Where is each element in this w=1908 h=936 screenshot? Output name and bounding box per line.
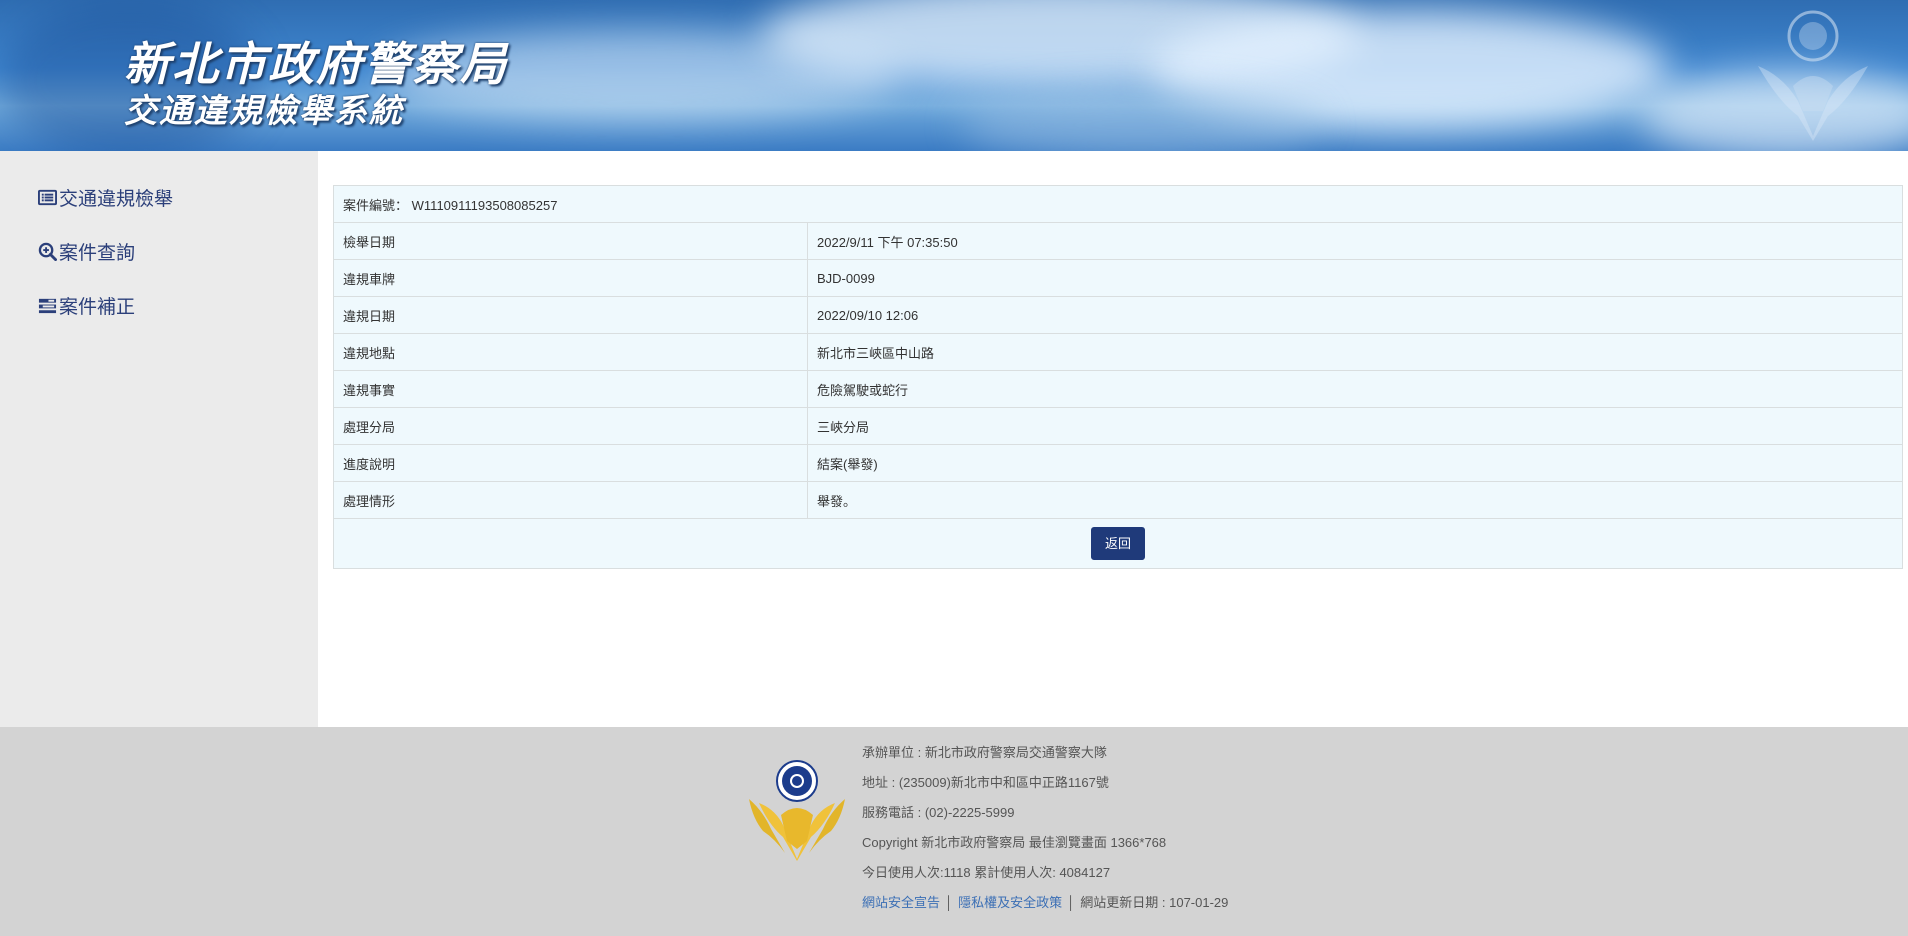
table-row: 檢舉日期 2022/9/11 下午 07:35:50 <box>333 222 1903 260</box>
field-label: 進度說明 <box>333 444 808 482</box>
case-number-label: 案件編號： <box>343 197 409 213</box>
back-button[interactable]: 返回 <box>1090 527 1145 560</box>
site-header: 新北市政府警察局 交通違規檢舉系統 <box>0 0 1908 151</box>
footer-copyright: Copyright 新北市政府警察局 最佳瀏覽畫面 1366*768 <box>862 835 1167 850</box>
search-plus-icon <box>38 242 57 261</box>
table-row: 處理情形 舉發。 <box>333 481 1903 519</box>
footer-address: 地址 : (235009)新北市中和區中正路1167號 <box>862 775 1109 790</box>
field-value: BJD-0099 <box>807 259 1903 297</box>
footer-info: 承辦單位 : 新北市政府警察局交通警察大隊 地址 : (235009)新北市中和… <box>862 743 1228 923</box>
field-label: 處理分局 <box>333 407 808 445</box>
police-emblem-icon <box>1758 10 1868 141</box>
footer-visits: 今日使用人次:1118 累計使用人次: 4084127 <box>862 865 1111 880</box>
field-value: 舉發。 <box>807 481 1903 519</box>
field-label: 處理情形 <box>333 481 808 519</box>
table-row: 違規事實 危險駕駛或蛇行 <box>333 370 1903 408</box>
table-row-actions: 返回 <box>333 518 1903 569</box>
field-label: 違規日期 <box>333 296 808 334</box>
field-label: 違規車牌 <box>333 259 808 297</box>
field-value: 新北市三峽區中山路 <box>807 333 1903 371</box>
field-label: 違規事實 <box>333 370 808 408</box>
separator: │ <box>1067 895 1076 910</box>
site-footer: 承辦單位 : 新北市政府警察局交通警察大隊 地址 : (235009)新北市中和… <box>0 727 1908 936</box>
sidebar-item-case-query[interactable]: 案件查詢 <box>38 238 135 265</box>
sidebar-item-label: 交通違規檢舉 <box>59 188 174 210</box>
field-label: 檢舉日期 <box>333 222 808 260</box>
footer-phone: 服務電話 : (02)-2225-5999 <box>862 805 1015 820</box>
sidebar-item-case-correction[interactable]: 案件補正 <box>38 292 135 319</box>
sidebar-item-label: 案件補正 <box>59 296 136 318</box>
field-label: 違規地點 <box>333 333 808 371</box>
list-icon <box>38 189 57 206</box>
main-content: 案件編號： W1110911193508085257 檢舉日期 2022/9/1… <box>318 151 1908 727</box>
sidebar-item-label: 案件查詢 <box>59 242 136 264</box>
field-value: 2022/09/10 12:06 <box>807 296 1903 334</box>
actions-cell: 返回 <box>333 518 1903 569</box>
table-row: 處理分局 三峽分局 <box>333 407 1903 445</box>
field-value: 三峽分局 <box>807 407 1903 445</box>
footer-links: 網站安全宣告 │ 隱私權及安全政策 │ 網站更新日期 : 107-01-29 <box>862 893 1228 923</box>
field-value: 2022/9/11 下午 07:35:50 <box>807 222 1903 260</box>
privacy-policy-link[interactable]: 隱私權及安全政策 <box>958 895 1062 910</box>
case-number-cell: 案件編號： W1110911193508085257 <box>333 185 1903 223</box>
field-value: 結案(舉發) <box>807 444 1903 482</box>
table-row: 違規地點 新北市三峽區中山路 <box>333 333 1903 371</box>
table-row: 案件編號： W1110911193508085257 <box>333 185 1903 223</box>
case-detail-table: 案件編號： W1110911193508085257 檢舉日期 2022/9/1… <box>333 185 1903 569</box>
table-row: 違規日期 2022/09/10 12:06 <box>333 296 1903 334</box>
footer-organizer: 承辦單位 : 新北市政府警察局交通警察大隊 <box>862 745 1107 760</box>
footer-updated: 網站更新日期 : 107-01-29 <box>1080 895 1229 910</box>
table-row: 進度說明 結案(舉發) <box>333 444 1903 482</box>
police-emblem-icon <box>749 760 845 861</box>
sidebar-item-report[interactable]: 交通違規檢舉 <box>38 184 173 211</box>
sidebar: 交通違規檢舉 案件查詢 案件補正 <box>0 151 318 727</box>
tasks-icon <box>38 298 57 314</box>
site-subtitle: 交通違規檢舉系統 <box>124 91 404 130</box>
case-number: W1110911193508085257 <box>411 197 558 213</box>
header-background-cloud <box>960 90 1320 151</box>
table-row: 違規車牌 BJD-0099 <box>333 259 1903 297</box>
security-notice-link[interactable]: 網站安全宣告 <box>862 895 940 910</box>
field-value: 危險駕駛或蛇行 <box>807 370 1903 408</box>
separator: │ <box>945 895 954 910</box>
